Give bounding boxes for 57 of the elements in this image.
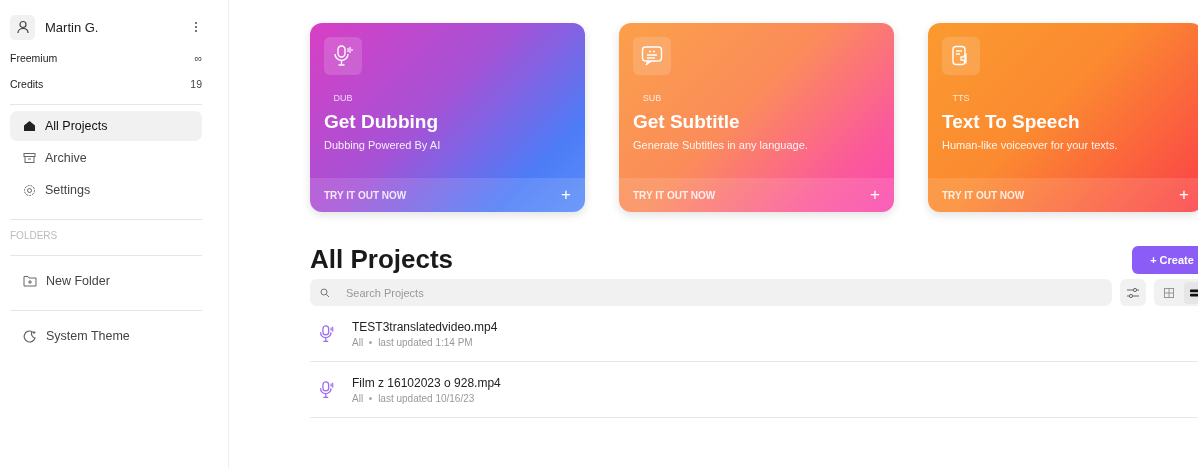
create-button[interactable]: + Create: [1132, 245, 1198, 274]
nav-item[interactable]: All Projects: [10, 111, 202, 141]
feature-icon: [324, 37, 362, 75]
filter-button[interactable]: [1120, 279, 1146, 306]
user-icon: [10, 14, 35, 40]
folder-icon: [23, 275, 37, 287]
add-icon[interactable]: +: [561, 185, 571, 205]
nav-item[interactable]: Settings: [10, 175, 202, 205]
nav-item[interactable]: Archive: [10, 143, 202, 173]
feature-tag: TTS: [942, 93, 980, 103]
add-icon[interactable]: +: [1179, 185, 1189, 205]
separator-dot: [369, 396, 373, 400]
feature-title: Text To Speech: [942, 111, 1081, 133]
page-title: All Projects: [310, 244, 454, 275]
try-link[interactable]: TRY IT OUT NOW: [324, 189, 407, 201]
feature-icon: [633, 37, 671, 75]
feature-tag: DUB: [324, 93, 362, 103]
microphone-icon: [318, 379, 336, 400]
new-folder-button[interactable]: New Folder: [10, 266, 202, 296]
settings-icon: [23, 183, 36, 197]
plan-value: ∞: [194, 52, 202, 64]
feature-icon: [942, 37, 980, 75]
list-icon: [1190, 286, 1198, 299]
user-name: Martin G.: [45, 19, 100, 35]
more-icon[interactable]: [194, 21, 198, 33]
feature-card[interactable]: TTS Text To Speech Human-like voiceover for your texts. TRY IT OUT NOW +: [928, 23, 1198, 212]
feature-card[interactable]: SUB Get Subtitle Generate Subtitles in any language. TRY IT OUT NOW +: [619, 23, 894, 212]
moon-icon: [23, 329, 37, 343]
archive-icon: [23, 152, 36, 164]
plan-label: Credits: [10, 78, 44, 90]
project-name: Film z 16102023 o 928.mp4: [352, 375, 502, 390]
feature-subtitle: Human-like voiceover for your texts.: [942, 139, 1119, 151]
feature-title: Get Subtitle: [633, 111, 741, 133]
separator-dot: [369, 340, 373, 344]
project-row[interactable]: TEST3translatedvideo.mp4 All last updated 1:14 PM: [310, 306, 1198, 362]
add-icon[interactable]: +: [870, 185, 880, 205]
feature-tag: SUB: [633, 93, 671, 103]
project-updated: last updated 1:14 PM: [378, 336, 473, 348]
microphone-icon: [318, 323, 336, 344]
folders-heading: FOLDERS: [10, 230, 59, 241]
project-folder: All: [352, 392, 364, 404]
plan-label: Freemium: [10, 52, 58, 64]
project-updated: last updated 10/16/23: [378, 392, 475, 404]
plan-value: 19: [190, 78, 202, 90]
feature-card[interactable]: DUB Get Dubbing Dubbing Powered By AI TRY IT OUT NOW +: [310, 23, 585, 212]
project-name: TEST3translatedvideo.mp4: [352, 319, 499, 334]
search-icon: [320, 287, 330, 298]
project-row[interactable]: Film z 16102023 o 928.mp4 All last updated 10/16/23: [310, 362, 1198, 418]
project-folder: All: [352, 336, 364, 348]
search-field[interactable]: Search Projects: [310, 279, 1112, 306]
feature-title: Get Dubbing: [324, 111, 439, 133]
feature-subtitle: Generate Subtitles in any language.: [633, 139, 809, 151]
home-icon: [23, 120, 36, 132]
sliders-icon: [1126, 286, 1140, 299]
grid-icon: [1164, 286, 1174, 299]
feature-subtitle: Dubbing Powered By AI: [324, 139, 442, 151]
theme-button[interactable]: System Theme: [10, 321, 202, 351]
